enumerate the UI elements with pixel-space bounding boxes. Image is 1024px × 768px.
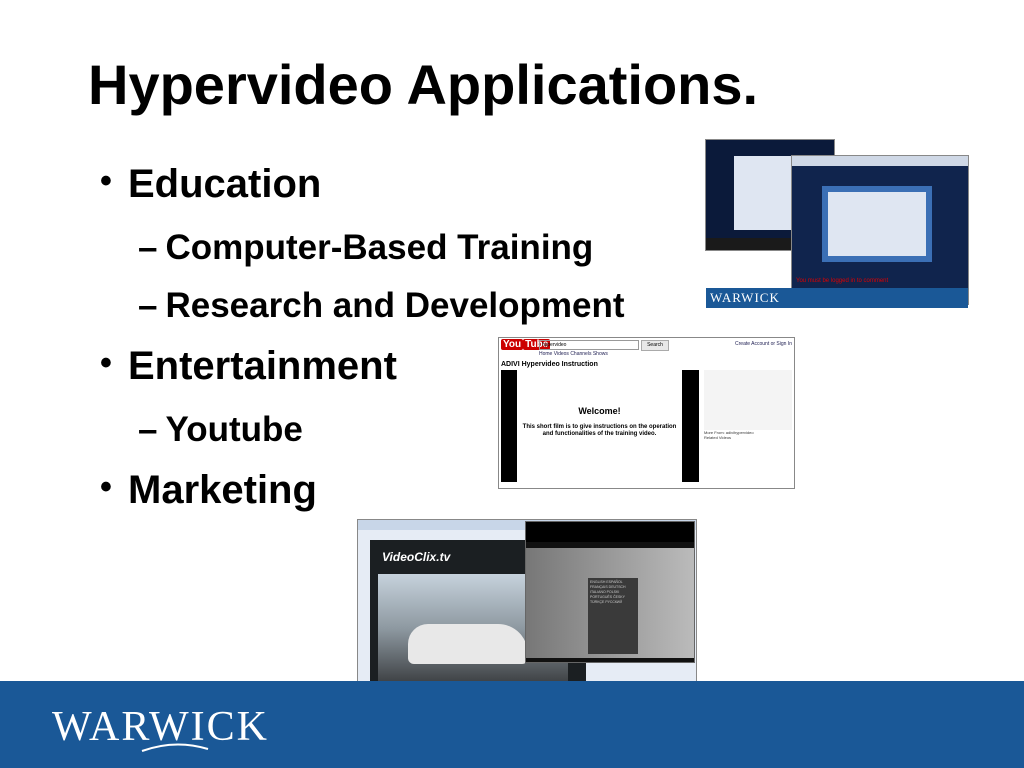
sub-bullet-text: Computer-Based Training — [165, 228, 594, 267]
screenshot-player-front: You must be logged in to comment — [792, 156, 968, 304]
youtube-sidebar: More From: adivihypervideo Related Video… — [704, 370, 792, 482]
warwick-swoosh-icon — [141, 743, 209, 752]
bullet-text: Entertainment — [128, 344, 397, 388]
footer-band: WARWICK — [0, 681, 1024, 768]
sub-bullet-rnd: – Research and Development — [138, 286, 625, 326]
sub-bullet-youtube: – Youtube — [138, 410, 303, 450]
related-videos: Related Videos — [704, 435, 732, 440]
youtube-video: Welcome! This short film is to give inst… — [501, 370, 699, 482]
screenshot-youtube: You Tube hypervideo Search Create Account… — [499, 338, 794, 488]
bullet-dot-icon: • — [100, 344, 112, 382]
dash-icon: – — [138, 228, 158, 267]
bullet-dot-icon: • — [100, 162, 112, 200]
language-list: ENGLISH ESPAÑOL FRANÇAIS DEUTSCH ITALIAN… — [588, 578, 638, 654]
sub-bullet-text: Youtube — [165, 410, 303, 449]
player-brand-band: WARWICK — [706, 288, 968, 308]
youtube-search-input: hypervideo — [539, 340, 639, 350]
car-image — [408, 624, 528, 664]
videoclix-logo: VideoClix.tv — [382, 550, 451, 564]
youtube-account-links: Create Account or Sign In — [735, 341, 792, 347]
video-description: This short film is to give instructions … — [522, 424, 677, 437]
bullet-text: Education — [128, 162, 322, 206]
sub-bullet-cbt: – Computer-Based Training — [138, 228, 593, 268]
dash-icon: – — [138, 286, 158, 325]
sub-bullet-text: Research and Development — [165, 286, 625, 325]
slide-title: Hypervideo Applications. — [88, 53, 759, 116]
bullet-text: Marketing — [128, 468, 317, 512]
bullet-dot-icon: • — [100, 468, 112, 506]
youtube-video-title: ADIVI Hypervideo Instruction — [501, 361, 598, 368]
login-message: You must be logged in to comment — [796, 278, 889, 284]
video-welcome: Welcome! — [578, 406, 621, 416]
screenshot-videoclix: VideoClix.tv ENGLISH ESPAÑOL FRANÇAIS DE… — [358, 520, 696, 708]
videoclix-popup: ENGLISH ESPAÑOL FRANÇAIS DEUTSCH ITALIAN… — [526, 522, 694, 662]
dash-icon: – — [138, 410, 158, 449]
youtube-nav: Home Videos Channels Shows — [539, 351, 608, 357]
youtube-search-button: Search — [641, 340, 669, 351]
